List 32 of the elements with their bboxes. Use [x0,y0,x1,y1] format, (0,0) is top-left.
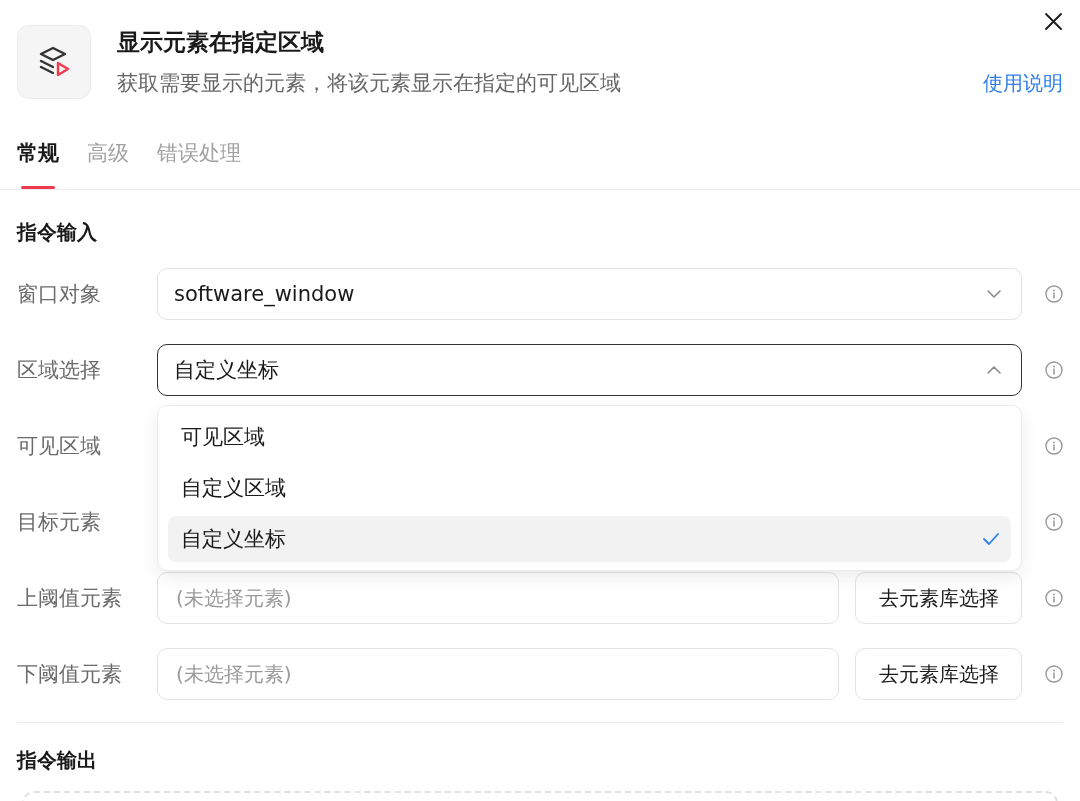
section-title: 指令输入 [17,219,98,246]
layers-play-icon [17,25,91,99]
chevron-up-icon [987,366,1001,374]
dropdown-option[interactable]: 自定义区域 [168,465,1011,511]
field-label: 窗口对象 [17,281,102,308]
chevron-down-icon [987,290,1001,298]
check-icon [983,533,999,545]
info-icon[interactable] [1045,285,1063,303]
field-label: 可见区域 [17,433,102,460]
dropdown-option[interactable]: 可见区域 [168,414,1011,460]
help-link[interactable]: 使用说明 [983,68,1063,98]
dialog-title: 显示元素在指定区域 [117,28,325,57]
library-button[interactable]: 去元素库选择 [855,648,1022,700]
info-icon[interactable] [1045,513,1063,531]
select-field[interactable]: 自定义坐标 [157,344,1022,396]
input-field[interactable]: (未选择元素) [157,648,839,700]
field-label: 目标元素 [17,509,102,536]
info-icon[interactable] [1045,361,1063,379]
field-label: 下阈值元素 [17,661,123,688]
library-button[interactable]: 去元素库选择 [855,572,1022,624]
info-icon[interactable] [1045,437,1063,455]
close-icon[interactable] [1045,13,1062,30]
dialog-description: 获取需要显示的元素，将该元素显示在指定的可见区域 [117,70,622,97]
select-field[interactable]: software_window [157,268,1022,320]
dropdown-option[interactable]: 自定义坐标 [168,516,1011,562]
field-label: 上阈值元素 [17,585,123,612]
input-field[interactable]: (未选择元素) [157,572,839,624]
tab[interactable]: 常规 [17,123,59,189]
field-label: 区域选择 [17,357,102,384]
info-icon[interactable] [1045,589,1063,607]
section-title: 指令输出 [17,747,98,774]
info-icon[interactable] [1045,665,1063,683]
